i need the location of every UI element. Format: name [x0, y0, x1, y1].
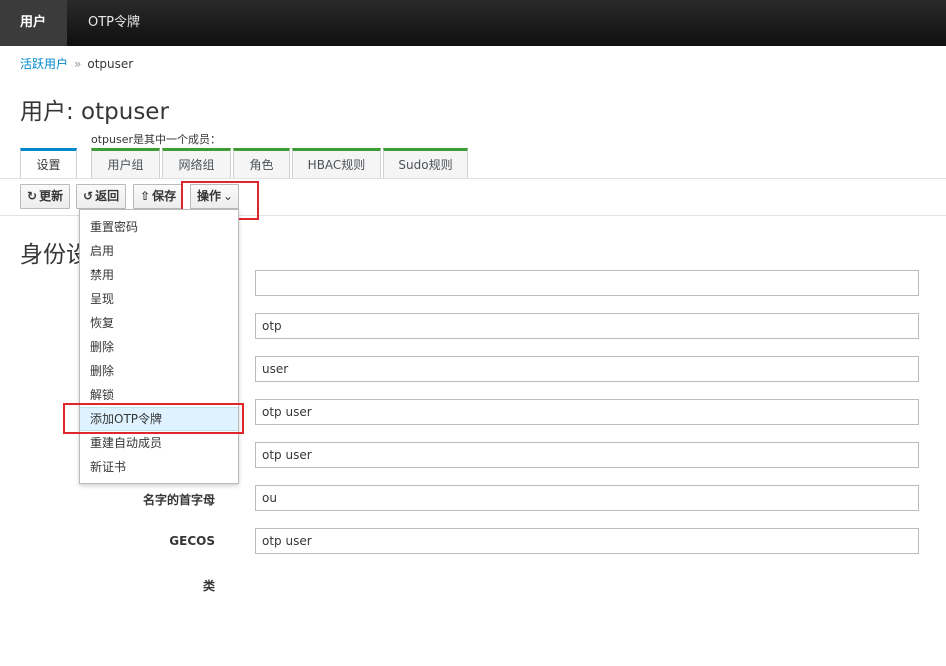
menu-item-enable[interactable]: 启用 — [80, 239, 238, 263]
revert-icon: ↺ — [83, 189, 94, 203]
menu-item-disable[interactable]: 禁用 — [80, 263, 238, 287]
actions-dropdown-menu: 重置密码 启用 禁用 呈现 恢复 删除 删除 解锁 添加OTP令牌 重建自动成员… — [79, 209, 239, 484]
tab-baseline — [0, 178, 946, 179]
menu-item-new-certificate[interactable]: 新证书 — [80, 455, 238, 479]
revert-button[interactable]: ↺ 返回 — [76, 184, 127, 209]
breadcrumb-current: otpuser — [87, 57, 134, 71]
member-of-caption: otpuser是其中一个成员： — [91, 133, 222, 146]
full-name-input[interactable]: otp user — [255, 399, 919, 425]
tab-user-groups[interactable]: 用户组 — [91, 148, 160, 178]
breadcrumb: 活跃用户 » otpuser — [20, 55, 133, 72]
gecos-label: GECOS — [169, 534, 215, 548]
nav-users[interactable]: 用户 — [0, 0, 67, 46]
first-name-input[interactable]: otp — [255, 313, 919, 339]
breadcrumb-active-users[interactable]: 活跃用户 — [20, 57, 68, 71]
tab-roles[interactable]: 角色 — [233, 148, 290, 178]
tab-settings[interactable]: 设置 — [20, 148, 77, 178]
tab-sudo-rules[interactable]: Sudo规则 — [383, 148, 468, 178]
breadcrumb-separator: » — [74, 57, 82, 71]
display-name-input[interactable]: otp user — [255, 442, 919, 468]
gecos-input[interactable]: otp user — [255, 528, 919, 554]
save-label: 保存 — [152, 189, 177, 203]
menu-item-stage[interactable]: 呈现 — [80, 287, 238, 311]
menu-item-delete[interactable]: 删除 — [80, 335, 238, 359]
refresh-label: 更新 — [39, 189, 64, 203]
menu-item-restore[interactable]: 恢复 — [80, 311, 238, 335]
class-label: 类 — [202, 579, 215, 593]
menu-item-rebuild-automember[interactable]: 重建自动成员 — [80, 431, 238, 455]
initials-label: 名字的首字母 — [142, 493, 215, 507]
upload-icon: ⇧ — [140, 189, 151, 203]
field-input[interactable] — [255, 270, 919, 296]
tab-hbac-rules[interactable]: HBAC规则 — [292, 148, 381, 178]
initials-input[interactable]: ou — [255, 485, 919, 511]
nav-otp-tokens[interactable]: OTP令牌 — [68, 0, 160, 46]
last-name-input[interactable]: user — [255, 356, 919, 382]
tab-netgroups[interactable]: 网络组 — [162, 148, 231, 178]
page-title: 用户: otpuser — [20, 99, 169, 125]
menu-item-reset-password[interactable]: 重置密码 — [80, 215, 238, 239]
menu-item-delete-2[interactable]: 删除 — [80, 359, 238, 383]
top-navigation: 用户 OTP令牌 — [0, 0, 946, 46]
save-button[interactable]: ⇧ 保存 — [133, 184, 184, 209]
add-otp-highlight-box — [63, 403, 244, 434]
revert-label: 返回 — [95, 189, 120, 203]
refresh-button[interactable]: ↻ 更新 — [20, 184, 71, 209]
refresh-icon: ↻ — [27, 189, 38, 203]
